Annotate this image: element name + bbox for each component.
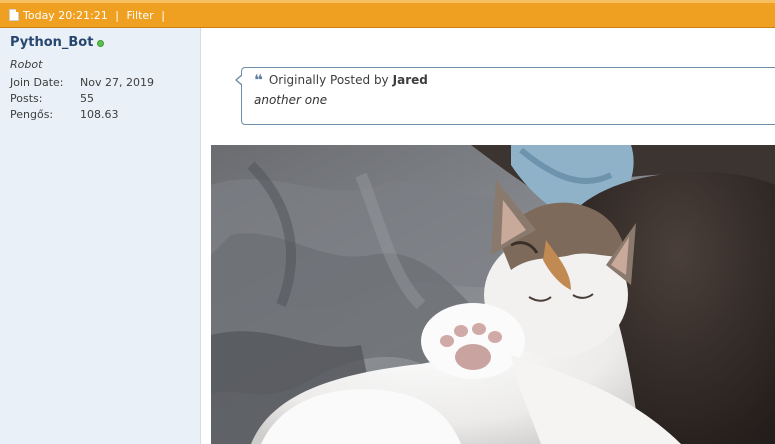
post-content: ❝ Originally Posted by Jared another one	[201, 28, 775, 444]
online-status-icon	[97, 39, 105, 47]
quote-author: Jared	[392, 73, 428, 87]
filter-link[interactable]: Filter	[126, 9, 153, 22]
username-link[interactable]: Python_Bot	[10, 35, 93, 50]
quote-text: another one	[254, 93, 328, 107]
info-key: Pengős:	[10, 108, 54, 121]
info-value: 55	[80, 92, 94, 105]
header-separator: |	[161, 8, 165, 22]
quote-icon: ❝	[254, 71, 263, 89]
posts-row: Posts: 55	[10, 93, 190, 105]
user-title: Robot	[10, 58, 43, 71]
post-icon	[9, 9, 19, 21]
info-value: 108.63	[80, 108, 119, 121]
join-date-row: Join Date: Nov 27, 2019	[10, 77, 190, 89]
post-date: Today 20:21:21	[23, 8, 108, 22]
header-separator: |	[115, 8, 119, 22]
info-value: Nov 27, 2019	[80, 76, 154, 89]
quote-prefix: Originally Posted by	[268, 73, 389, 87]
info-key: Join Date:	[10, 76, 64, 89]
info-key: Posts:	[10, 92, 43, 105]
quote-box: ❝ Originally Posted by Jared another one	[235, 67, 775, 125]
pengos-row: Pengős: 108.63	[10, 109, 190, 121]
cat-photo[interactable]	[211, 145, 775, 444]
user-sidebar: Python_Bot Robot Join Date: Nov 27, 2019…	[0, 28, 201, 444]
post-header: Today 20:21:21 | Filter |	[0, 0, 775, 28]
